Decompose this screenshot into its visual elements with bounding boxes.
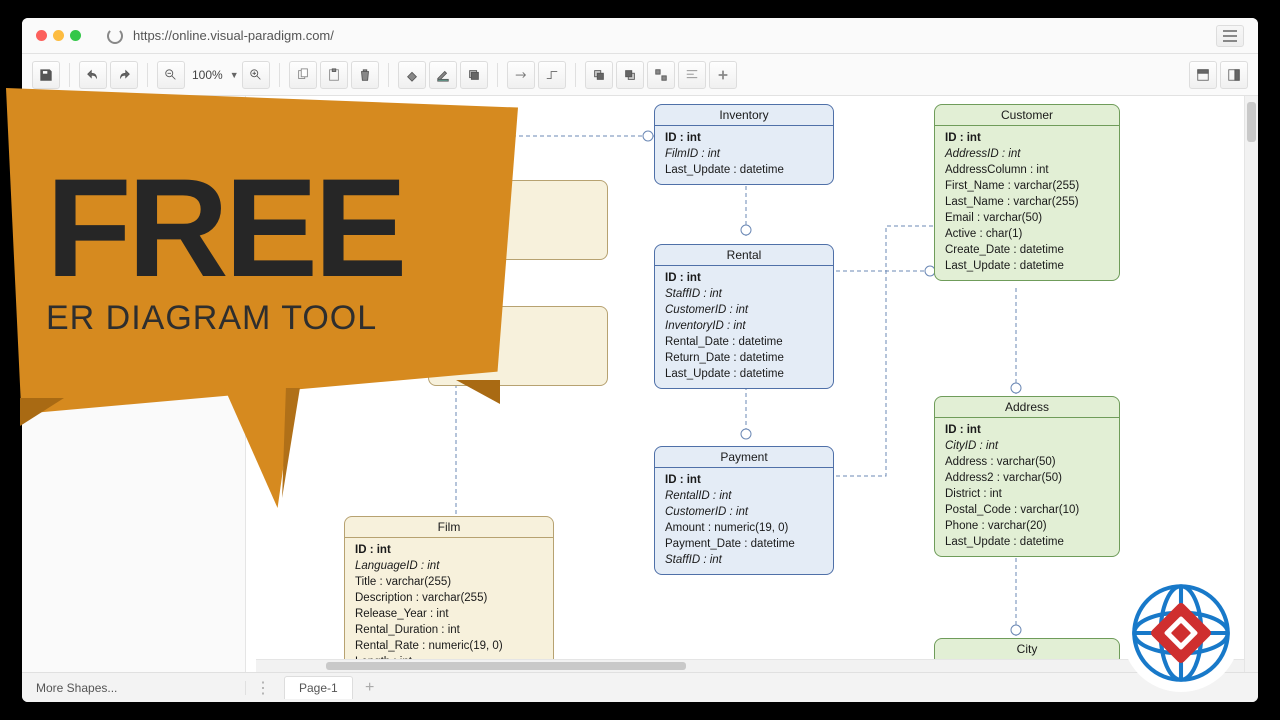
entity-column: District : int — [945, 486, 1109, 502]
window-minimize[interactable] — [53, 30, 64, 41]
entity-column: AddressID : int — [945, 146, 1109, 162]
hamburger-menu[interactable] — [1216, 25, 1244, 47]
entity-column: InventoryID : int — [665, 318, 823, 334]
entity-column: Last_Update : datetime — [665, 366, 823, 382]
entity-column: ID : int — [665, 472, 823, 488]
entity-column: Email : varchar(50) — [945, 210, 1109, 226]
entity-column: ID : int — [945, 130, 1109, 146]
to-front-button[interactable] — [585, 61, 613, 89]
entity-film[interactable]: Film ID : intLanguageID : intTitle : varc… — [344, 516, 554, 672]
entity-column: Phone : varchar(20) — [945, 518, 1109, 534]
entity-title: Inventory — [655, 105, 833, 126]
zoom-level[interactable]: 100% — [188, 68, 227, 82]
vertical-scrollbar[interactable] — [1244, 96, 1258, 672]
url-text: https://online.visual-paradigm.com/ — [133, 28, 334, 43]
entity-column: CustomerID : int — [665, 302, 823, 318]
entity-title: City — [935, 639, 1119, 660]
entity-column: Address2 : varchar(50) — [945, 470, 1109, 486]
vp-logo — [1120, 572, 1242, 694]
entity-column: Rental_Duration : int — [355, 622, 543, 638]
entity-title: Customer — [935, 105, 1119, 126]
entity-column: ID : int — [945, 422, 1109, 438]
entity-column: Rental_Rate : numeric(19, 0) — [355, 638, 543, 654]
tab-menu-icon[interactable]: ⋮ — [252, 677, 274, 699]
entity-customer[interactable]: Customer ID : intAddressID : intAddressCo… — [934, 104, 1120, 281]
entity-column: Last_Update : datetime — [945, 534, 1109, 550]
entity-column: Return_Date : datetime — [665, 350, 823, 366]
entity-column: Active : char(1) — [945, 226, 1109, 242]
entity-column: Description : varchar(255) — [355, 590, 543, 606]
footer: More Shapes... ⋮ Page-1 + — [22, 672, 1258, 702]
to-back-button[interactable] — [616, 61, 644, 89]
shadow-button[interactable] — [460, 61, 488, 89]
entity-column: CustomerID : int — [665, 504, 823, 520]
save-button[interactable] — [32, 61, 60, 89]
promo-overlay: FREE ER DIAGRAM TOOL — [6, 88, 518, 520]
zoom-in-button[interactable] — [242, 61, 270, 89]
entity-column: Payment_Date : datetime — [665, 536, 823, 552]
entity-column: Rental_Date : datetime — [665, 334, 823, 350]
redo-button[interactable] — [110, 61, 138, 89]
entity-rental[interactable]: Rental ID : intStaffID : intCustomerID : … — [654, 244, 834, 389]
titlebar: https://online.visual-paradigm.com/ — [22, 18, 1258, 54]
entity-column: ID : int — [665, 130, 823, 146]
entity-column: Create_Date : datetime — [945, 242, 1109, 258]
more-shapes-button[interactable]: More Shapes... — [22, 681, 246, 695]
entity-title: Payment — [655, 447, 833, 468]
entity-column: ID : int — [665, 270, 823, 286]
entity-address[interactable]: Address ID : intCityID : intAddress : var… — [934, 396, 1120, 557]
paste-button[interactable] — [320, 61, 348, 89]
group-button[interactable] — [647, 61, 675, 89]
promo-subtitle: ER DIAGRAM TOOL — [46, 299, 490, 338]
entity-payment[interactable]: Payment ID : intRentalID : intCustomerID … — [654, 446, 834, 575]
waypoints-button[interactable] — [538, 61, 566, 89]
delete-button[interactable] — [351, 61, 379, 89]
entity-title: Rental — [655, 245, 833, 266]
entity-column: ID : int — [355, 542, 543, 558]
undo-button[interactable] — [79, 61, 107, 89]
entity-column: StaffID : int — [665, 552, 823, 568]
entity-column: Release_Year : int — [355, 606, 543, 622]
refresh-icon[interactable] — [107, 28, 123, 44]
entity-column: Amount : numeric(19, 0) — [665, 520, 823, 536]
entity-column: Address : varchar(50) — [945, 454, 1109, 470]
add-page-button[interactable]: + — [359, 677, 381, 699]
entity-title: Film — [345, 517, 553, 538]
entity-inventory[interactable]: Inventory ID : intFilmID : intLast_Update… — [654, 104, 834, 185]
entity-column: Postal_Code : varchar(10) — [945, 502, 1109, 518]
zoom-out-button[interactable] — [157, 61, 185, 89]
entity-column: RentalID : int — [665, 488, 823, 504]
connection-style-button[interactable] — [507, 61, 535, 89]
horizontal-scrollbar[interactable] — [256, 659, 1244, 672]
entity-column: LanguageID : int — [355, 558, 543, 574]
url-bar[interactable]: https://online.visual-paradigm.com/ — [107, 28, 1216, 44]
entity-title: Address — [935, 397, 1119, 418]
window-close[interactable] — [36, 30, 47, 41]
format-panel-button[interactable] — [1189, 61, 1217, 89]
entity-column: AddressColumn : int — [945, 162, 1109, 178]
copy-button[interactable] — [289, 61, 317, 89]
outline-panel-button[interactable] — [1220, 61, 1248, 89]
promo-headline: FREE — [46, 165, 490, 291]
entity-column: CityID : int — [945, 438, 1109, 454]
align-button[interactable] — [678, 61, 706, 89]
add-button[interactable] — [709, 61, 737, 89]
line-color-button[interactable] — [429, 61, 457, 89]
entity-column: Title : varchar(255) — [355, 574, 543, 590]
entity-column: Last_Update : datetime — [665, 162, 823, 178]
window-zoom[interactable] — [70, 30, 81, 41]
entity-column: First_Name : varchar(255) — [945, 178, 1109, 194]
entity-column: StaffID : int — [665, 286, 823, 302]
page-tab-1[interactable]: Page-1 — [284, 676, 353, 699]
entity-column: Last_Name : varchar(255) — [945, 194, 1109, 210]
fill-color-button[interactable] — [398, 61, 426, 89]
entity-column: Last_Update : datetime — [945, 258, 1109, 274]
entity-column: FilmID : int — [665, 146, 823, 162]
